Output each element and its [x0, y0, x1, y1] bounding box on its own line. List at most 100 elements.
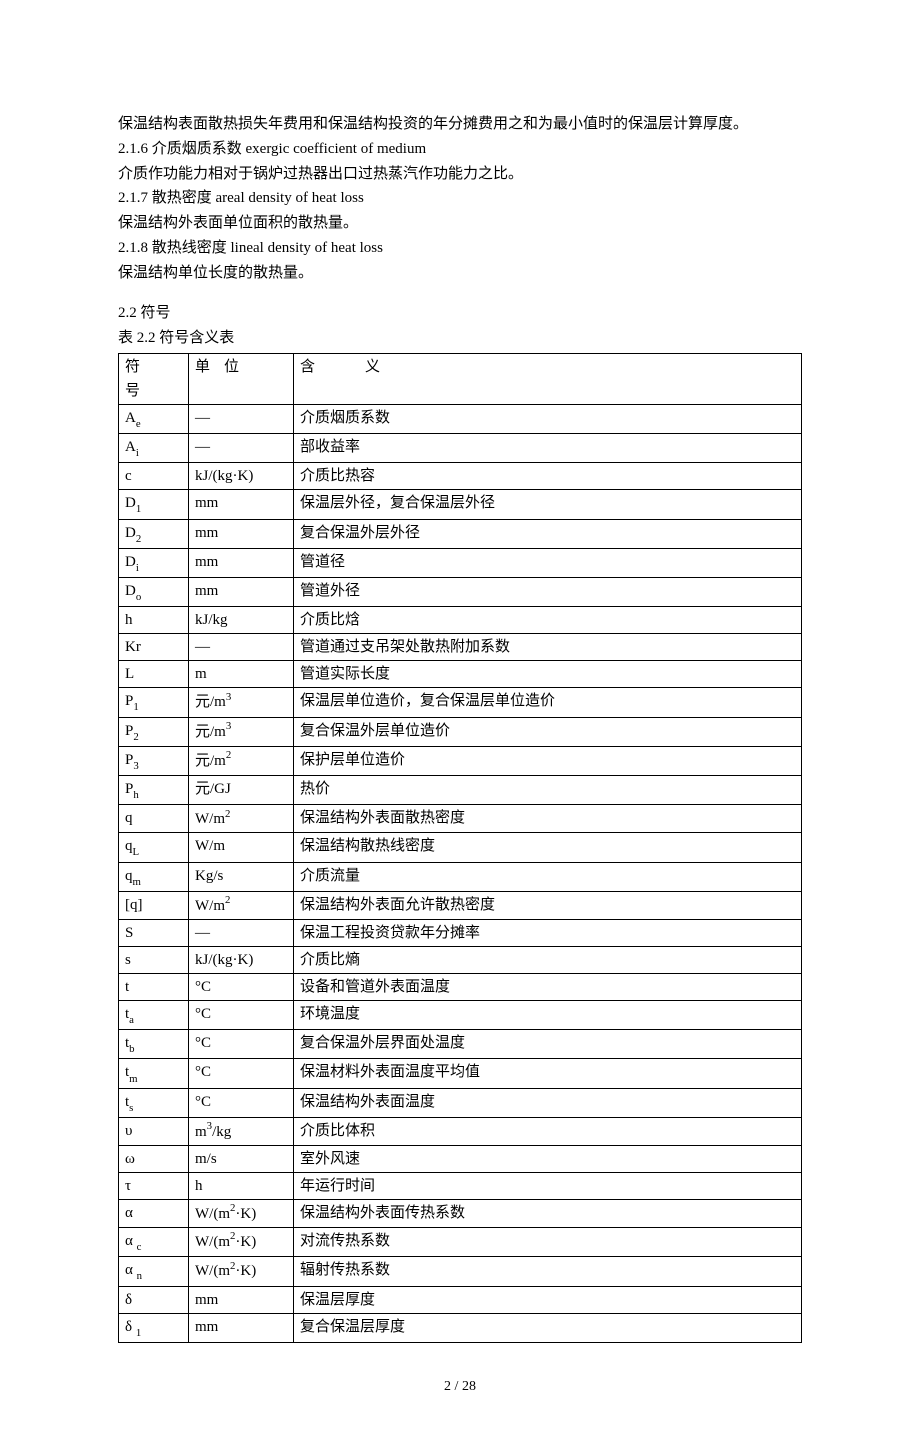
- unit-cell: mm: [189, 1313, 294, 1342]
- symbol-cell: t: [119, 973, 189, 1000]
- symbol-cell: α c: [119, 1228, 189, 1257]
- symbol-base: c: [125, 468, 132, 484]
- para: 保温结构单位长度的散热量。: [118, 261, 802, 286]
- symbol-cell: [q]: [119, 891, 189, 919]
- para: 介质作功能力相对于锅炉过热器出口过热蒸汽作功能力之比。: [118, 162, 802, 187]
- symbol-base: α: [125, 1233, 133, 1249]
- unit-superscript: 2: [230, 1202, 235, 1214]
- symbol-subscript: n: [137, 1270, 142, 1282]
- table-row: δmm保温层厚度: [119, 1286, 802, 1313]
- symbol-subscript: m: [133, 876, 141, 888]
- symbol-cell: ta: [119, 1000, 189, 1029]
- meaning-cell: 年运行时间: [294, 1173, 802, 1200]
- unit-cell: W/(m2·K): [189, 1257, 294, 1286]
- table-row: hkJ/kg介质比焓: [119, 607, 802, 634]
- page-number: 2 / 28: [118, 1375, 802, 1398]
- unit-cell: 元/GJ: [189, 776, 294, 805]
- symbol-subscript: i: [136, 447, 139, 459]
- symbol-cell: tm: [119, 1059, 189, 1088]
- symbol-cell: P2: [119, 717, 189, 746]
- unit-text: °C: [195, 1006, 211, 1022]
- table-row: α nW/(m2·K)辐射传热系数: [119, 1257, 802, 1286]
- term-heading-218: 2.1.8 散热线密度 lineal density of heat loss: [118, 236, 802, 261]
- unit-cell: mm: [189, 1286, 294, 1313]
- meaning-cell: 对流传热系数: [294, 1228, 802, 1257]
- table-row: D2mm复合保温外层外径: [119, 519, 802, 548]
- unit-cell: W/(m2·K): [189, 1200, 294, 1228]
- unit-cell: mm: [189, 519, 294, 548]
- unit-cell: kJ/(kg·K): [189, 946, 294, 973]
- unit-cell: mm: [189, 490, 294, 519]
- symbol-base: q: [125, 838, 133, 854]
- table-caption: 表 2.2 符号含义表: [118, 326, 802, 351]
- para: 保温结构外表面单位面积的散热量。: [118, 211, 802, 236]
- meaning-cell: 介质流量: [294, 862, 802, 891]
- unit-text: W/m: [195, 838, 225, 854]
- meaning-cell: 保温层单位造价，复合保温层单位造价: [294, 688, 802, 717]
- unit-cell: h: [189, 1173, 294, 1200]
- definitions-block: 保温结构表面散热损失年费用和保温结构投资的年分摊费用之和为最小值时的保温层计算厚…: [118, 112, 802, 285]
- unit-text: m: [195, 1124, 207, 1140]
- symbol-base: L: [125, 666, 134, 682]
- unit-text: mm: [195, 554, 218, 570]
- symbol-subscript: 2: [136, 533, 141, 545]
- symbol-cell: Kr: [119, 634, 189, 661]
- table-row: tm°C保温材料外表面温度平均值: [119, 1059, 802, 1088]
- symbol-cell: υ: [119, 1118, 189, 1146]
- symbol-subscript: a: [129, 1014, 134, 1026]
- unit-tail: ·K): [235, 1206, 256, 1222]
- unit-text: 元/m: [195, 724, 226, 740]
- unit-tail: ·K): [235, 1263, 256, 1279]
- table-row: [q] W/m2保温结构外表面允许散热密度: [119, 891, 802, 919]
- symbol-base: D: [125, 495, 136, 511]
- unit-cell: W/m2: [189, 805, 294, 833]
- unit-cell: W/m2: [189, 891, 294, 919]
- unit-text: mm: [195, 1319, 218, 1335]
- symbol-cell: h: [119, 607, 189, 634]
- symbol-base: ω: [125, 1151, 135, 1167]
- unit-cell: 元/m3: [189, 688, 294, 717]
- symbol-cell: qm: [119, 862, 189, 891]
- unit-text: mm: [195, 583, 218, 599]
- symbol-base: q: [125, 868, 133, 884]
- unit-cell: m3/kg: [189, 1118, 294, 1146]
- symbol-cell: P3: [119, 746, 189, 775]
- unit-cell: 元/m3: [189, 717, 294, 746]
- unit-superscript: 2: [225, 808, 230, 820]
- col-meaning: 含义: [294, 353, 802, 404]
- symbol-cell: δ: [119, 1286, 189, 1313]
- table-row: Ai—部收益率: [119, 434, 802, 463]
- meaning-cell: 保温结构外表面允许散热密度: [294, 891, 802, 919]
- unit-superscript: 2: [230, 1230, 235, 1242]
- unit-superscript: 2: [225, 894, 230, 906]
- unit-text: W/m: [195, 811, 225, 827]
- col-symbol: 符号: [119, 353, 189, 404]
- table-row: υm3/kg介质比体积: [119, 1118, 802, 1146]
- unit-cell: mm: [189, 548, 294, 577]
- table-row: Dimm管道径: [119, 548, 802, 577]
- unit-text: —: [195, 639, 210, 655]
- meaning-cell: 复合保温层厚度: [294, 1313, 802, 1342]
- symbol-subscript: m: [129, 1073, 137, 1085]
- unit-text: mm: [195, 525, 218, 541]
- unit-cell: W/m: [189, 833, 294, 862]
- unit-cell: °C: [189, 1030, 294, 1059]
- symbol-cell: ω: [119, 1146, 189, 1173]
- unit-text: °C: [195, 979, 211, 995]
- table-row: qLW/m保温结构散热线密度: [119, 833, 802, 862]
- unit-cell: m/s: [189, 1146, 294, 1173]
- symbol-subscript: h: [133, 789, 138, 801]
- table-body: Ae—介质烟质系数Ai—部收益率ckJ/(kg·K)介质比热容D1mm保温层外径…: [119, 404, 802, 1342]
- col-unit: 单位: [189, 353, 294, 404]
- symbol-base: τ: [125, 1178, 131, 1194]
- meaning-cell: 保温材料外表面温度平均值: [294, 1059, 802, 1088]
- symbol-cell: tb: [119, 1030, 189, 1059]
- symbol-base: [q]: [125, 897, 143, 913]
- unit-superscript: 3: [226, 720, 231, 732]
- symbol-cell: ts: [119, 1088, 189, 1117]
- unit-superscript: 3: [226, 691, 231, 703]
- unit-text: kJ/(kg·K): [195, 952, 253, 968]
- unit-text: 元/m: [195, 753, 226, 769]
- meaning-cell: 保温结构外表面散热密度: [294, 805, 802, 833]
- unit-cell: W/(m2·K): [189, 1228, 294, 1257]
